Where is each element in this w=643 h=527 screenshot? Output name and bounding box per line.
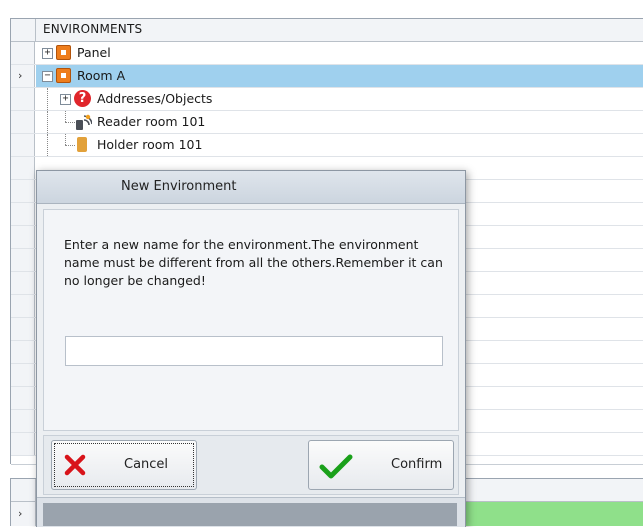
column-header-environments[interactable]: ENVIRONMENTS bbox=[43, 22, 142, 36]
row-selector[interactable] bbox=[11, 295, 35, 317]
holder-icon bbox=[77, 137, 87, 152]
row-selector[interactable] bbox=[11, 203, 35, 225]
row-cell[interactable]: Reader room 101 bbox=[36, 111, 643, 133]
row-cell[interactable]: + Panel bbox=[36, 42, 643, 64]
row-selector[interactable] bbox=[11, 433, 35, 455]
expand-icon[interactable]: + bbox=[60, 94, 71, 105]
dialog-title: New Environment bbox=[121, 179, 237, 194]
row-selector[interactable] bbox=[11, 157, 35, 179]
row-selector[interactable] bbox=[11, 364, 35, 386]
tree-node-label: Holder room 101 bbox=[97, 137, 203, 152]
tree-row-room-a[interactable]: › − Room A bbox=[11, 65, 643, 88]
grid-corner-cell[interactable] bbox=[11, 19, 36, 41]
confirm-button[interactable]: Confirm bbox=[308, 440, 454, 490]
row-selector[interactable] bbox=[11, 341, 35, 363]
row-selector[interactable] bbox=[11, 387, 35, 409]
collapse-icon[interactable]: − bbox=[42, 71, 53, 82]
tree-node-label: Panel bbox=[77, 45, 111, 60]
close-icon bbox=[64, 454, 86, 476]
environment-name-input[interactable] bbox=[65, 336, 443, 366]
row-cell[interactable]: + ? Addresses/Objects bbox=[36, 88, 643, 110]
row-selector[interactable] bbox=[11, 410, 35, 432]
row-selector[interactable] bbox=[11, 180, 35, 202]
tree-connector bbox=[47, 111, 48, 133]
row-selector[interactable] bbox=[11, 479, 36, 526]
dialog-body: Enter a new name for the environment.The… bbox=[43, 209, 459, 431]
tree-connector bbox=[47, 134, 48, 156]
row-selector[interactable] bbox=[11, 88, 35, 110]
tree-node-label: Room A bbox=[77, 68, 126, 83]
reader-icon bbox=[76, 114, 92, 130]
current-row-indicator-icon: › bbox=[18, 507, 23, 520]
new-environment-dialog: New Environment Enter a new name for the… bbox=[36, 170, 466, 527]
tree-row-holder-room-101[interactable]: Holder room 101 bbox=[11, 134, 643, 157]
tree-connector bbox=[65, 145, 75, 146]
row-cell[interactable]: Holder room 101 bbox=[36, 134, 643, 156]
environment-icon bbox=[56, 68, 71, 83]
checkmark-icon bbox=[319, 454, 353, 479]
status-row-highlight[interactable] bbox=[446, 502, 643, 526]
row-selector[interactable] bbox=[11, 318, 35, 340]
row-selector[interactable]: › bbox=[11, 65, 35, 87]
cancel-button-label: Cancel bbox=[124, 457, 169, 472]
row-selector[interactable] bbox=[11, 42, 35, 64]
expand-icon[interactable]: + bbox=[42, 48, 53, 59]
row-selector[interactable] bbox=[11, 249, 35, 271]
dialog-message: Enter a new name for the environment.The… bbox=[64, 237, 443, 288]
dialog-titlebar[interactable]: New Environment bbox=[37, 171, 465, 204]
row-cell[interactable]: − Room A bbox=[36, 65, 643, 87]
tree-row-reader-room-101[interactable]: Reader room 101 bbox=[11, 111, 643, 134]
row-selector[interactable] bbox=[11, 272, 35, 294]
environment-icon bbox=[56, 45, 71, 60]
tree-connector bbox=[65, 111, 66, 122]
confirm-button-label: Confirm bbox=[391, 457, 443, 472]
tree-connector bbox=[65, 134, 66, 145]
tree-node-label: Addresses/Objects bbox=[97, 91, 213, 106]
tree-node-label: Reader room 101 bbox=[97, 114, 206, 129]
row-selector[interactable] bbox=[11, 134, 35, 156]
row-selector[interactable] bbox=[11, 226, 35, 248]
dialog-status-bar bbox=[43, 503, 457, 526]
grid-header: ENVIRONMENTS bbox=[11, 19, 643, 42]
tree-row-panel[interactable]: + Panel bbox=[11, 42, 643, 65]
current-row-indicator-icon: › bbox=[18, 69, 23, 82]
question-icon: ? bbox=[74, 90, 91, 107]
dialog-footer: Cancel Confirm bbox=[43, 435, 459, 495]
row-selector[interactable] bbox=[11, 111, 35, 133]
tree-connector bbox=[47, 88, 48, 110]
cancel-button[interactable]: Cancel bbox=[51, 440, 197, 490]
tree-row-addresses-objects[interactable]: + ? Addresses/Objects bbox=[11, 88, 643, 111]
